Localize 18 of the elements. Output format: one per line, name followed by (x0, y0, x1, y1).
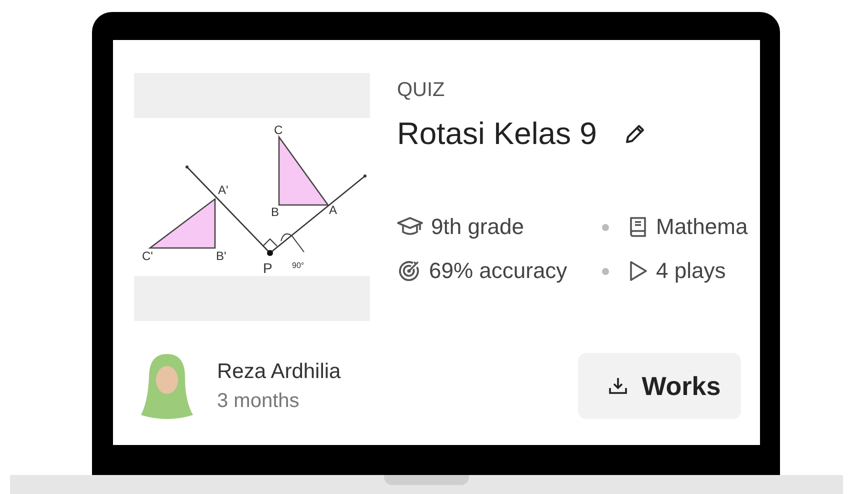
meta-text: 4 plays (656, 258, 726, 284)
meta-text: 9th grade (431, 214, 524, 240)
quiz-type-label: QUIZ (397, 79, 446, 102)
meta-text: 69% accuracy (429, 258, 568, 284)
time-ago: 3 months (217, 390, 300, 412)
target-icon (397, 259, 421, 283)
avatar-icon (139, 351, 195, 421)
thumbnail-drawing: C A' B A C' B' P 90° (134, 73, 370, 321)
book-icon (628, 215, 648, 239)
separator-dot (602, 224, 609, 230)
quiz-title: Rotasi Kelas 9 (397, 116, 597, 152)
worksheet-button[interactable]: Works (578, 353, 741, 419)
separator-dot (602, 268, 609, 274)
author-name[interactable]: Reza Ardhilia (217, 360, 341, 384)
graduation-cap-icon (397, 216, 423, 238)
download-icon (608, 376, 628, 396)
meta-text: Mathema (656, 214, 748, 240)
play-icon (628, 259, 648, 283)
